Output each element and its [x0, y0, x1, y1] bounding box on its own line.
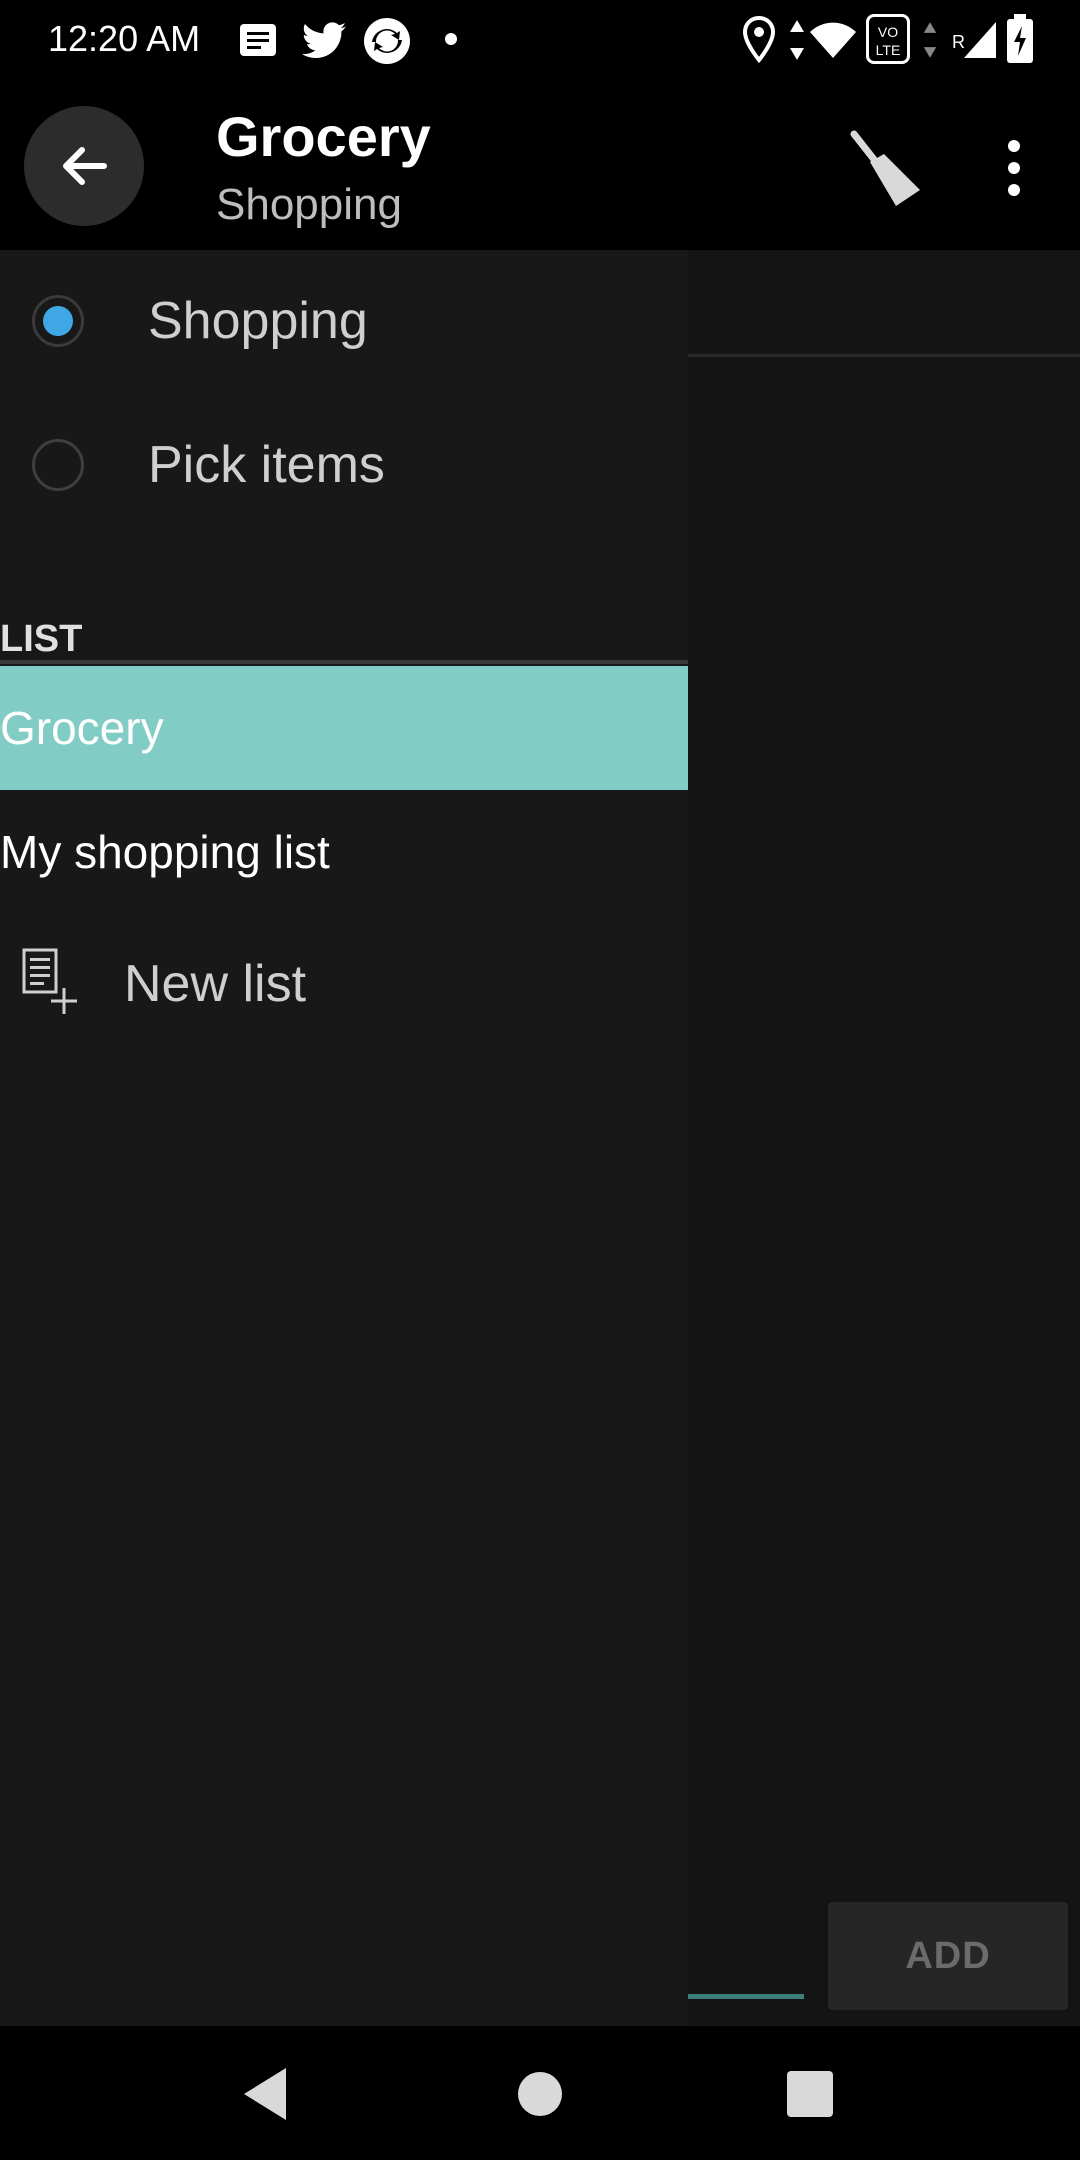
- page-title: Grocery: [216, 105, 431, 168]
- nav-home-icon: [518, 2072, 562, 2116]
- sync-app-icon: [364, 18, 410, 64]
- wifi-icon: [810, 22, 856, 59]
- nav-home-button[interactable]: [500, 2054, 580, 2134]
- broom-icon: [850, 130, 920, 206]
- status-time: 12:20 AM: [48, 18, 201, 59]
- divider: [688, 354, 1080, 357]
- mode-option-pick-items[interactable]: Pick items: [0, 400, 688, 530]
- clean-up-button[interactable]: [838, 120, 934, 216]
- add-button[interactable]: ADD: [828, 1902, 1068, 2010]
- system-nav-bar: [0, 2026, 1080, 2160]
- data-arrows-icon: [923, 22, 937, 58]
- new-list-button[interactable]: New list: [0, 920, 688, 1044]
- mode-label: Pick items: [148, 436, 385, 494]
- signal-roaming-icon: R: [950, 18, 1000, 62]
- volte-icon: VO LTE: [866, 14, 910, 64]
- main-content: [688, 250, 1080, 2026]
- mode-label: Shopping: [148, 292, 368, 350]
- section-header-list: LIST: [0, 618, 83, 660]
- page-subtitle: Shopping: [216, 180, 402, 229]
- status-bar: 12:20 AM VO LTE R: [0, 0, 1080, 84]
- list-item-grocery[interactable]: Grocery: [0, 666, 688, 790]
- new-list-label: New list: [124, 955, 307, 1013]
- item-input-field[interactable]: [688, 1994, 804, 1999]
- more-vert-icon: [1008, 140, 1020, 196]
- nav-back-icon: [244, 2068, 286, 2120]
- volte-text: VO LTE: [875, 24, 901, 58]
- app-bar: Grocery Shopping: [0, 84, 1080, 250]
- message-icon: [240, 24, 276, 56]
- section-divider: [0, 660, 688, 664]
- mode-option-shopping[interactable]: Shopping: [0, 256, 688, 386]
- twitter-icon: [302, 22, 346, 58]
- navigation-drawer: Shopping Pick items LIST Grocery My shop…: [0, 250, 688, 2026]
- back-button[interactable]: [24, 106, 144, 226]
- nav-recents-icon: [787, 2071, 833, 2117]
- nav-back-button[interactable]: [226, 2054, 306, 2134]
- list-item-my-shopping-list[interactable]: My shopping list: [0, 790, 688, 914]
- radio-button-checked[interactable]: [32, 295, 84, 347]
- battery-charging-icon: [1007, 14, 1033, 63]
- dot-icon: [445, 33, 457, 45]
- arrow-left-icon: [63, 147, 107, 185]
- radio-button-unchecked[interactable]: [32, 439, 84, 491]
- radio-dot: [43, 306, 73, 336]
- more-options-button[interactable]: [990, 120, 1038, 216]
- nav-recents-button[interactable]: [770, 2054, 850, 2134]
- location-icon: [742, 16, 776, 64]
- add-list-icon: [22, 948, 77, 1014]
- data-arrows-icon: [790, 20, 804, 60]
